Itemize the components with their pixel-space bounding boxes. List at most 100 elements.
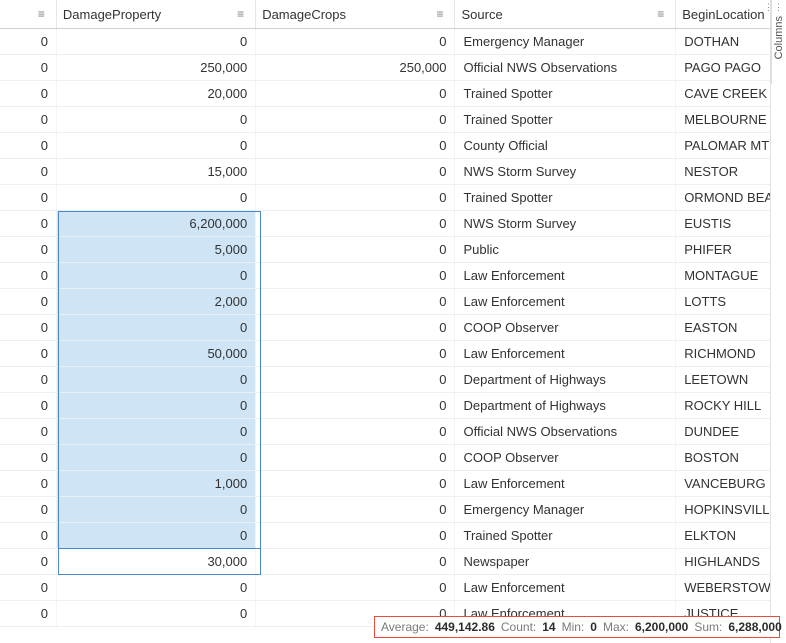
cell-damageproperty[interactable]: 6,200,000 (57, 211, 256, 236)
cell-beginlocation[interactable]: DUNDEE (676, 419, 770, 444)
cell-source[interactable]: Trained Spotter (455, 81, 676, 106)
cell-beginlocation[interactable]: PHIFER (676, 237, 770, 262)
cell-beginlocation[interactable]: HOPKINSVILLE A (676, 497, 770, 522)
cell-damageproperty[interactable]: 50,000 (57, 341, 256, 366)
cell-source[interactable]: Newspaper (455, 549, 676, 574)
cell-damageproperty[interactable]: 0 (57, 133, 256, 158)
cell-damageproperty[interactable]: 0 (57, 107, 256, 132)
cell-source[interactable]: Trained Spotter (455, 107, 676, 132)
cell-beginlocation[interactable]: RICHMOND (676, 341, 770, 366)
cell-source[interactable]: Department of Highways (455, 393, 676, 418)
cell-damageproperty[interactable]: 0 (57, 393, 256, 418)
cell-beginlocation[interactable]: VANCEBURG (676, 471, 770, 496)
cell-source[interactable]: COOP Observer (455, 445, 676, 470)
table-row[interactable]: 000Trained SpotterMELBOURNE BE (0, 107, 770, 133)
cell-damageproperty[interactable]: 0 (57, 419, 256, 444)
cell-beginlocation[interactable]: LEETOWN (676, 367, 770, 392)
cell-damagecrops[interactable]: 0 (256, 185, 455, 210)
table-row[interactable]: 000Trained SpotterORMOND BEAC (0, 185, 770, 211)
cell-leading[interactable]: 0 (0, 81, 57, 106)
cell-source[interactable]: Official NWS Observations (455, 55, 676, 80)
cell-source[interactable]: Emergency Manager (455, 29, 676, 54)
cell-source[interactable]: NWS Storm Survey (455, 159, 676, 184)
cell-damageproperty[interactable]: 0 (57, 523, 256, 548)
cell-beginlocation[interactable]: EASTON (676, 315, 770, 340)
cell-source[interactable]: Law Enforcement (455, 341, 676, 366)
table-row[interactable]: 000Emergency ManagerHOPKINSVILLE A (0, 497, 770, 523)
column-header-source[interactable]: Source ≡ (455, 0, 676, 28)
cell-leading[interactable]: 0 (0, 341, 57, 366)
cell-source[interactable]: Trained Spotter (455, 185, 676, 210)
cell-source[interactable]: NWS Storm Survey (455, 211, 676, 236)
cell-damagecrops[interactable]: 0 (256, 575, 455, 600)
column-menu-icon[interactable]: ≡ (436, 7, 442, 21)
cell-beginlocation[interactable]: NESTOR (676, 159, 770, 184)
cell-source[interactable]: Official NWS Observations (455, 419, 676, 444)
column-header-damagecrops[interactable]: DamageCrops ≡ (256, 0, 455, 28)
table-row[interactable]: 030,0000NewspaperHIGHLANDS (0, 549, 770, 575)
cell-leading[interactable]: 0 (0, 471, 57, 496)
cell-damageproperty[interactable]: 0 (57, 185, 256, 210)
cell-damageproperty[interactable]: 0 (57, 367, 256, 392)
cell-damagecrops[interactable]: 0 (256, 263, 455, 288)
cell-leading[interactable]: 0 (0, 133, 57, 158)
cell-leading[interactable]: 0 (0, 289, 57, 314)
cell-damagecrops[interactable]: 0 (256, 497, 455, 522)
cell-beginlocation[interactable]: WEBERSTOWN (676, 575, 770, 600)
cell-beginlocation[interactable]: LOTTS (676, 289, 770, 314)
table-row[interactable]: 000County OfficialPALOMAR MTN (0, 133, 770, 159)
cell-damageproperty[interactable]: 20,000 (57, 81, 256, 106)
column-header-blank[interactable]: ≡ (0, 0, 57, 28)
cell-damageproperty[interactable]: 15,000 (57, 159, 256, 184)
table-row[interactable]: 01,0000Law EnforcementVANCEBURG (0, 471, 770, 497)
cell-damageproperty[interactable]: 0 (57, 575, 256, 600)
cell-leading[interactable]: 0 (0, 29, 57, 54)
cell-damagecrops[interactable]: 0 (256, 289, 455, 314)
cell-leading[interactable]: 0 (0, 445, 57, 470)
cell-damagecrops[interactable]: 0 (256, 523, 455, 548)
cell-damagecrops[interactable]: 0 (256, 549, 455, 574)
column-menu-icon[interactable]: ≡ (237, 7, 243, 21)
table-row[interactable]: 000Department of HighwaysLEETOWN (0, 367, 770, 393)
cell-damageproperty[interactable]: 0 (57, 29, 256, 54)
columns-side-tab[interactable]: ⋮⋮⋮ Columns (771, 0, 786, 84)
cell-leading[interactable]: 0 (0, 237, 57, 262)
table-row[interactable]: 05,0000PublicPHIFER (0, 237, 770, 263)
cell-leading[interactable]: 0 (0, 393, 57, 418)
cell-beginlocation[interactable]: BOSTON (676, 445, 770, 470)
cell-beginlocation[interactable]: ELKTON (676, 523, 770, 548)
cell-leading[interactable]: 0 (0, 107, 57, 132)
cell-damageproperty[interactable]: 0 (57, 497, 256, 522)
cell-leading[interactable]: 0 (0, 159, 57, 184)
table-row[interactable]: 000COOP ObserverEASTON (0, 315, 770, 341)
table-row[interactable]: 000COOP ObserverBOSTON (0, 445, 770, 471)
cell-damageproperty[interactable]: 250,000 (57, 55, 256, 80)
column-menu-icon[interactable]: ≡ (38, 7, 44, 21)
table-row[interactable]: 06,200,0000NWS Storm SurveyEUSTIS (0, 211, 770, 237)
column-header-damageproperty[interactable]: DamageProperty ≡ (57, 0, 256, 28)
cell-damageproperty[interactable]: 0 (57, 445, 256, 470)
cell-damagecrops[interactable]: 0 (256, 341, 455, 366)
cell-source[interactable]: County Official (455, 133, 676, 158)
cell-damagecrops[interactable]: 0 (256, 393, 455, 418)
cell-beginlocation[interactable]: MELBOURNE BE (676, 107, 770, 132)
cell-leading[interactable]: 0 (0, 549, 57, 574)
cell-source[interactable]: Law Enforcement (455, 289, 676, 314)
cell-damagecrops[interactable]: 0 (256, 211, 455, 236)
cell-damagecrops[interactable]: 0 (256, 107, 455, 132)
cell-damageproperty[interactable]: 1,000 (57, 471, 256, 496)
cell-leading[interactable]: 0 (0, 55, 57, 80)
cell-damagecrops[interactable]: 0 (256, 367, 455, 392)
cell-source[interactable]: Trained Spotter (455, 523, 676, 548)
cell-damagecrops[interactable]: 0 (256, 315, 455, 340)
data-grid[interactable]: ≡ DamageProperty ≡ DamageCrops ≡ Source … (0, 0, 771, 643)
cell-beginlocation[interactable]: PAGO PAGO (676, 55, 770, 80)
cell-source[interactable]: Law Enforcement (455, 471, 676, 496)
cell-leading[interactable]: 0 (0, 575, 57, 600)
table-row[interactable]: 000Emergency ManagerDOTHAN (0, 29, 770, 55)
table-row[interactable]: 000Official NWS ObservationsDUNDEE (0, 419, 770, 445)
table-row[interactable]: 02,0000Law EnforcementLOTTS (0, 289, 770, 315)
cell-damageproperty[interactable]: 0 (57, 601, 256, 626)
cell-source[interactable]: Public (455, 237, 676, 262)
cell-source[interactable]: Law Enforcement (455, 263, 676, 288)
